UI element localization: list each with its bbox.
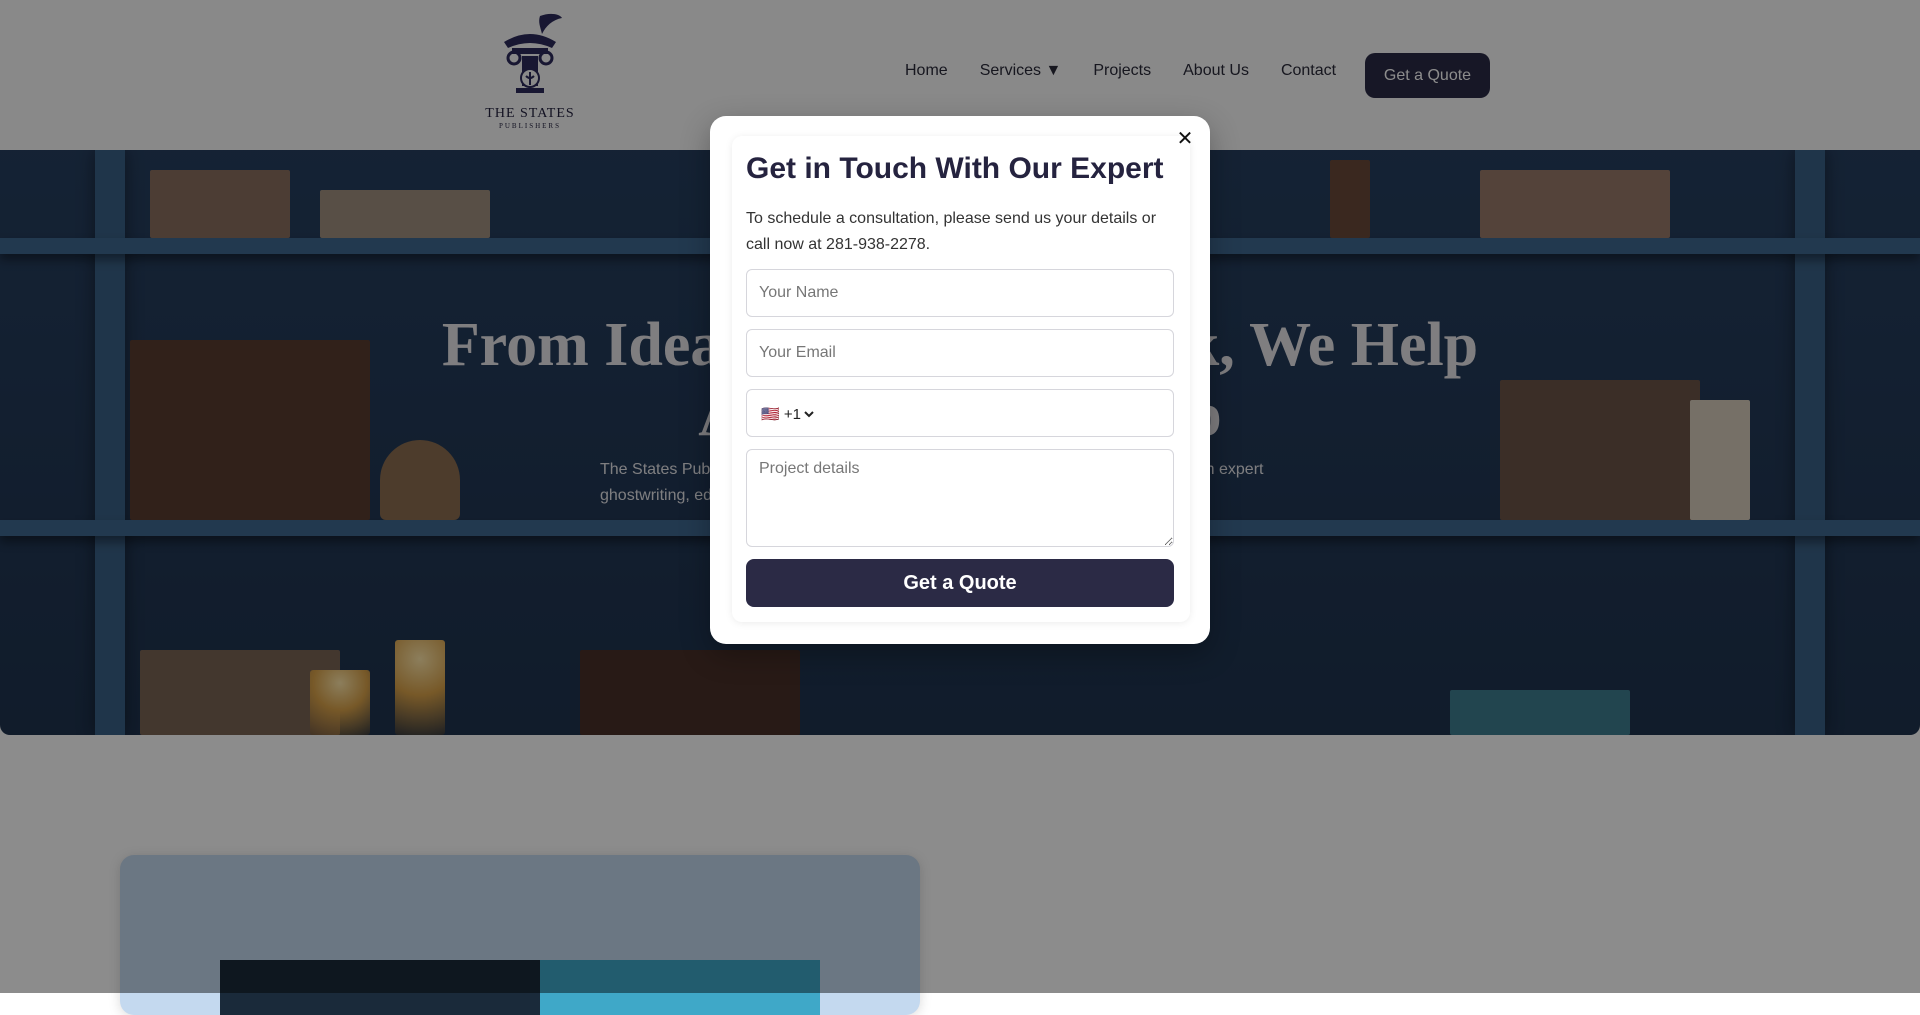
quote-modal: ✕ Get in Touch With Our Expert To schedu… [710, 116, 1210, 644]
modal-title: Get in Touch With Our Expert [746, 152, 1164, 185]
modal-get-quote-button[interactable]: Get a Quote [746, 559, 1174, 607]
phone-field[interactable]: 🇺🇸 +1 [746, 389, 1174, 437]
name-input[interactable] [746, 269, 1174, 317]
email-input[interactable] [746, 329, 1174, 377]
modal-description: To schedule a consultation, please send … [746, 210, 1157, 253]
country-code-select[interactable]: 🇺🇸 +1 [757, 402, 817, 426]
close-icon[interactable]: ✕ [1174, 128, 1196, 150]
project-details-input[interactable] [746, 449, 1174, 547]
